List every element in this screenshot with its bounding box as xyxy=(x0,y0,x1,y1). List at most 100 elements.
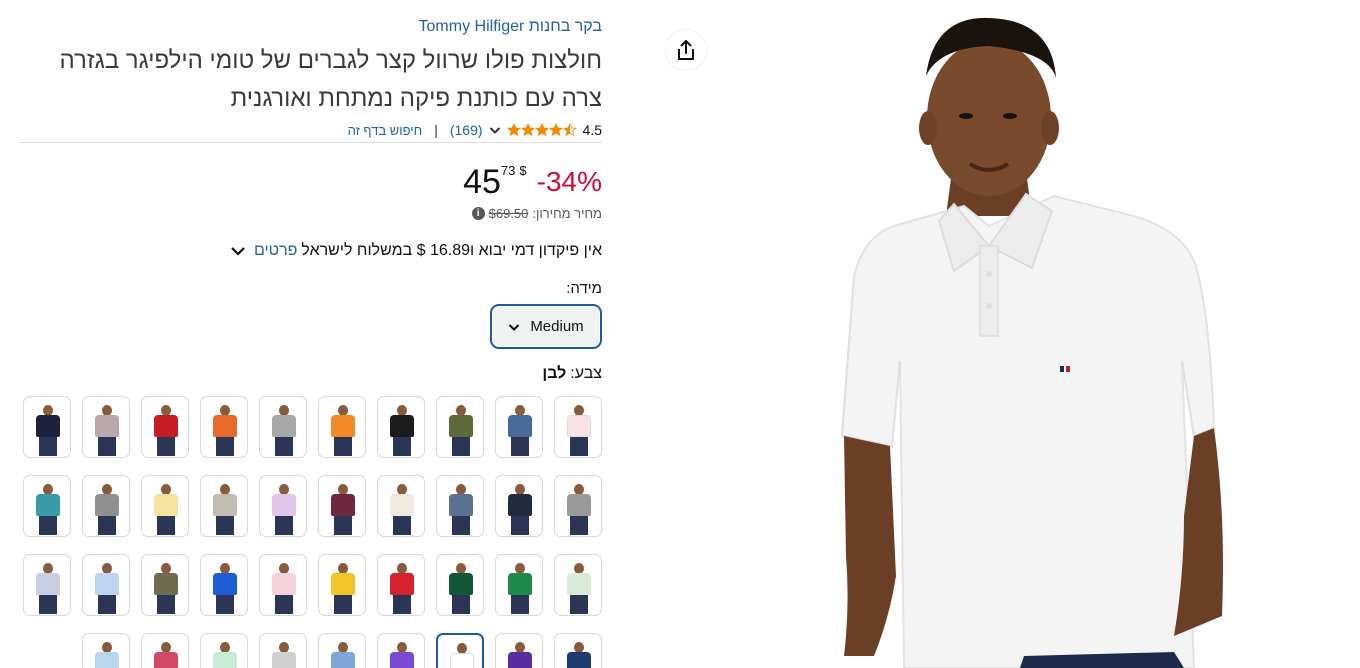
color-swatch-khaki-olive[interactable] xyxy=(141,554,189,616)
color-swatch-grey-heather[interactable] xyxy=(259,396,307,458)
rating-count-link[interactable]: (169) xyxy=(450,122,483,138)
color-swatch-stone[interactable] xyxy=(200,475,248,537)
color-swatch-black[interactable] xyxy=(377,396,425,458)
swatch-pants xyxy=(334,515,352,535)
size-dropdown[interactable]: Medium xyxy=(490,304,602,349)
shipping-text: אין פיקדון דמי יבוא ו16.89 $ במשלוח לישר… xyxy=(301,242,602,259)
discount-badge: -34% xyxy=(536,166,602,197)
shipping-details-link[interactable]: פרטים xyxy=(254,242,297,260)
color-swatch-forest-green[interactable] xyxy=(436,554,484,616)
size-label: מידה: xyxy=(566,280,602,297)
swatch-shirt xyxy=(95,652,119,668)
swatch-shirt xyxy=(449,573,473,595)
swatch-pants xyxy=(570,515,588,535)
color-swatch-raspberry[interactable] xyxy=(141,633,189,668)
chevron-down-icon[interactable] xyxy=(230,245,246,257)
color-swatch-orange[interactable] xyxy=(318,396,366,458)
color-swatch-white[interactable] xyxy=(436,633,484,668)
color-swatch-baby-pink[interactable] xyxy=(259,554,307,616)
color-swatch-mint[interactable] xyxy=(554,554,602,616)
color-swatch-yellow[interactable] xyxy=(318,554,366,616)
color-swatch-multi-print[interactable] xyxy=(200,396,248,458)
color-row: צבע: לבן xyxy=(542,365,602,383)
swatch-shirt xyxy=(213,415,237,437)
color-swatch-steel-blue[interactable] xyxy=(436,475,484,537)
color-swatch-dark-blue[interactable] xyxy=(554,633,602,668)
swatch-shirt xyxy=(331,494,355,516)
chevron-down-icon[interactable] xyxy=(489,125,501,135)
color-swatch-cornflower[interactable] xyxy=(318,633,366,668)
swatch-pants xyxy=(393,436,411,456)
swatch-pants xyxy=(157,515,175,535)
chevron-down-icon xyxy=(509,323,520,331)
color-swatch-seafoam[interactable] xyxy=(200,633,248,668)
color-swatch-navy-blue-denim[interactable] xyxy=(495,396,543,458)
swatch-pants xyxy=(334,436,352,456)
share-button[interactable] xyxy=(666,30,706,70)
color-swatch-green[interactable] xyxy=(495,554,543,616)
swatch-shirt xyxy=(390,573,414,595)
swatch-pants xyxy=(216,436,234,456)
color-swatch-olive[interactable] xyxy=(436,396,484,458)
star-icon xyxy=(506,123,521,137)
color-swatch-bright-red[interactable] xyxy=(377,554,425,616)
color-swatch-light-grey-print[interactable] xyxy=(259,633,307,668)
swatch-pants xyxy=(216,515,234,535)
color-swatch-grey-contrast[interactable] xyxy=(554,475,602,537)
swatch-pants xyxy=(570,436,588,456)
list-price-row: מחיר מחירון: $69.50 i xyxy=(471,206,602,221)
swatch-shirt xyxy=(390,415,414,437)
color-swatch-butter-yellow[interactable] xyxy=(141,475,189,537)
color-swatch-pale-blue[interactable] xyxy=(82,633,130,668)
color-swatch-burgundy[interactable] xyxy=(318,475,366,537)
list-price-value: $69.50 xyxy=(488,206,529,221)
swatch-pants xyxy=(393,594,411,614)
color-swatch-grid xyxy=(20,396,602,668)
swatch-shirt xyxy=(213,573,237,595)
color-swatch-navy[interactable] xyxy=(23,396,71,458)
color-swatch-light-grey-blue[interactable] xyxy=(23,554,71,616)
swatch-pants xyxy=(216,594,234,614)
color-swatch-teal[interactable] xyxy=(23,475,71,537)
swatch-shirt xyxy=(272,494,296,516)
color-swatch-purple-print[interactable] xyxy=(495,633,543,668)
color-swatch-dark-navy[interactable] xyxy=(495,475,543,537)
star-rating[interactable] xyxy=(506,123,577,137)
swatch-pants xyxy=(334,594,352,614)
size-selected-value: Medium xyxy=(530,318,584,335)
main-product-image[interactable] xyxy=(654,16,1360,668)
swatch-shirt xyxy=(95,573,119,595)
color-swatch-grey-tipped[interactable] xyxy=(82,396,130,458)
color-swatch-light-pink[interactable] xyxy=(554,396,602,458)
price-row: -34% 45 73 $ xyxy=(463,160,602,204)
swatch-shirt xyxy=(567,415,591,437)
visit-store-link[interactable]: בקר בחנות Tommy Hilfiger xyxy=(419,18,602,36)
share-icon xyxy=(678,40,694,60)
price: 45 73 $ xyxy=(463,160,527,204)
info-icon[interactable]: i xyxy=(471,207,485,220)
color-swatch-violet-print[interactable] xyxy=(377,633,425,668)
swatch-shirt xyxy=(508,494,532,516)
color-swatch-red[interactable] xyxy=(141,396,189,458)
color-swatch-sky-blue[interactable] xyxy=(82,554,130,616)
color-swatch-ivory[interactable] xyxy=(377,475,425,537)
swatch-pants xyxy=(452,515,470,535)
swatch-shirt xyxy=(154,494,178,516)
swatch-shirt xyxy=(508,652,532,668)
color-swatch-medium-grey[interactable] xyxy=(82,475,130,537)
swatch-shirt xyxy=(449,415,473,437)
color-swatch-lavender[interactable] xyxy=(259,475,307,537)
swatch-shirt xyxy=(390,652,414,668)
swatch-shirt xyxy=(567,573,591,595)
separator: | xyxy=(434,122,438,138)
color-swatch-royal-blue[interactable] xyxy=(200,554,248,616)
swatch-shirt xyxy=(272,652,296,668)
swatch-pants xyxy=(157,436,175,456)
swatch-pants xyxy=(275,436,293,456)
search-page-link[interactable]: חיפוש בדף זה xyxy=(348,123,423,138)
product-photo xyxy=(654,16,1360,668)
swatch-pants xyxy=(275,594,293,614)
swatch-shirt xyxy=(95,415,119,437)
swatch-shirt xyxy=(331,652,355,668)
product-title: חולצות פולו שרוול קצר לגברים של טומי היל… xyxy=(59,47,602,112)
